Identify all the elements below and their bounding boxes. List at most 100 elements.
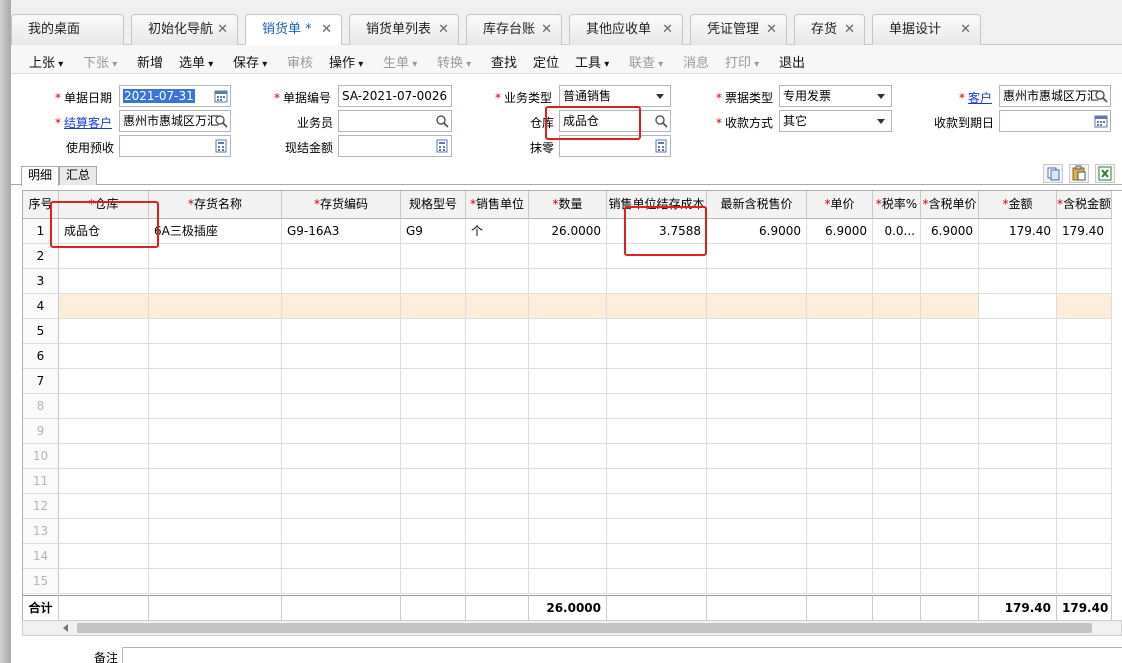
grid-cell[interactable] [401,369,466,394]
column-header-10[interactable]: *单价 [807,191,873,219]
grid-cell[interactable] [59,319,149,344]
grid-cell[interactable] [921,469,979,494]
grid-cell[interactable] [1057,469,1112,494]
grid-cell[interactable] [873,294,921,319]
use-prepay-field[interactable] [119,135,231,157]
grid-cell[interactable] [529,419,607,444]
row-number[interactable]: 3 [23,269,59,294]
grid-cell[interactable] [873,269,921,294]
grid-cell[interactable] [149,519,282,544]
grid-cell[interactable] [979,344,1057,369]
grid-cell[interactable] [807,544,873,569]
grid-cell[interactable] [401,394,466,419]
close-icon[interactable]: ✕ [541,15,552,45]
column-header-4[interactable]: *存货编码 [282,191,401,219]
grid-cell[interactable] [607,544,707,569]
toolbar-button-16[interactable]: 退出 [779,52,805,71]
grid-cell[interactable]: 6.9000 [707,219,807,244]
grid-cell[interactable] [59,369,149,394]
grid-cell[interactable] [873,494,921,519]
grid-cell[interactable] [921,519,979,544]
grid-cell[interactable] [59,469,149,494]
grid-cell[interactable] [59,544,149,569]
grid-cell[interactable] [466,569,529,594]
grid-cell[interactable] [149,569,282,594]
grid-cell[interactable] [466,469,529,494]
grid-cell[interactable] [1057,544,1112,569]
grid-cell[interactable] [282,469,401,494]
tab-9[interactable]: 单据设计 ✕ [872,14,981,45]
grid-cell[interactable] [921,294,979,319]
grid-cell[interactable] [401,444,466,469]
toolbar-button-7[interactable]: 操作 [329,52,363,71]
grid-cell[interactable] [282,244,401,269]
grid-cell[interactable] [921,244,979,269]
grid-cell[interactable]: 179.40 [1057,219,1112,244]
grid-cell[interactable] [282,369,401,394]
grid-cell[interactable] [282,419,401,444]
grid-cell[interactable] [59,569,149,594]
row-number[interactable]: 8 [23,394,59,419]
row-number[interactable]: 10 [23,444,59,469]
grid-cell[interactable] [529,369,607,394]
grid-cell[interactable] [707,294,807,319]
calculator-icon[interactable] [654,139,668,153]
column-header-14[interactable]: *含税金额 [1057,191,1112,219]
grid-cell[interactable] [401,344,466,369]
column-header-6[interactable]: *销售单位 [466,191,529,219]
search-icon[interactable] [435,114,449,128]
grid-cell[interactable]: G9-16A3 [282,219,401,244]
grid-cell[interactable] [529,394,607,419]
grid-cell[interactable] [807,269,873,294]
grid-cell[interactable] [401,544,466,569]
grid-cell[interactable] [707,444,807,469]
scroll-left-arrow-icon[interactable] [63,624,68,632]
close-icon[interactable]: ✕ [438,15,449,45]
grid-cell[interactable] [707,494,807,519]
subtab-summary[interactable]: 汇总 [59,166,98,185]
grid-cell[interactable] [529,444,607,469]
grid-cell[interactable] [401,294,466,319]
grid-cell[interactable]: G9 [401,219,466,244]
grid-cell[interactable] [401,244,466,269]
column-header-13[interactable]: *金额 [979,191,1057,219]
grid-cell[interactable] [873,519,921,544]
grid-cell[interactable] [59,394,149,419]
export-excel-icon[interactable] [1095,164,1115,183]
grid-cell[interactable] [921,369,979,394]
grid-cell[interactable] [466,344,529,369]
grid-cell[interactable] [529,244,607,269]
grid-cell[interactable] [401,569,466,594]
grid-cell[interactable] [401,494,466,519]
row-number[interactable]: 11 [23,469,59,494]
grid-cell[interactable] [149,444,282,469]
grid-cell[interactable] [873,369,921,394]
grid-cell[interactable] [282,569,401,594]
grid-cell[interactable] [1057,494,1112,519]
chevron-down-icon[interactable] [656,94,664,99]
grid-cell[interactable] [807,244,873,269]
grid-cell[interactable] [1057,319,1112,344]
grid-cell[interactable] [807,469,873,494]
row-number[interactable]: 15 [23,569,59,594]
grid-cell[interactable] [607,319,707,344]
grid-cell[interactable] [979,319,1057,344]
grid-cell[interactable] [979,244,1057,269]
grid-cell[interactable] [807,519,873,544]
grid-cell[interactable] [1057,444,1112,469]
grid-cell[interactable] [401,269,466,294]
left-splitter[interactable] [0,0,11,663]
grid-cell[interactable] [921,494,979,519]
grid-cell[interactable] [59,519,149,544]
toolbar-button-3[interactable]: 新增 [137,52,163,71]
grid-cell[interactable] [466,419,529,444]
grid-cell[interactable] [707,569,807,594]
grid-cell[interactable] [873,419,921,444]
grid-cell[interactable] [466,444,529,469]
grid-cell[interactable] [59,419,149,444]
grid-cell[interactable] [529,519,607,544]
grid-cell[interactable]: 26.0000 [529,219,607,244]
grid-cell[interactable]: 0.0... [873,219,921,244]
grid-cell[interactable] [707,344,807,369]
customer-field[interactable]: 惠州市惠城区万汇 [999,85,1111,107]
